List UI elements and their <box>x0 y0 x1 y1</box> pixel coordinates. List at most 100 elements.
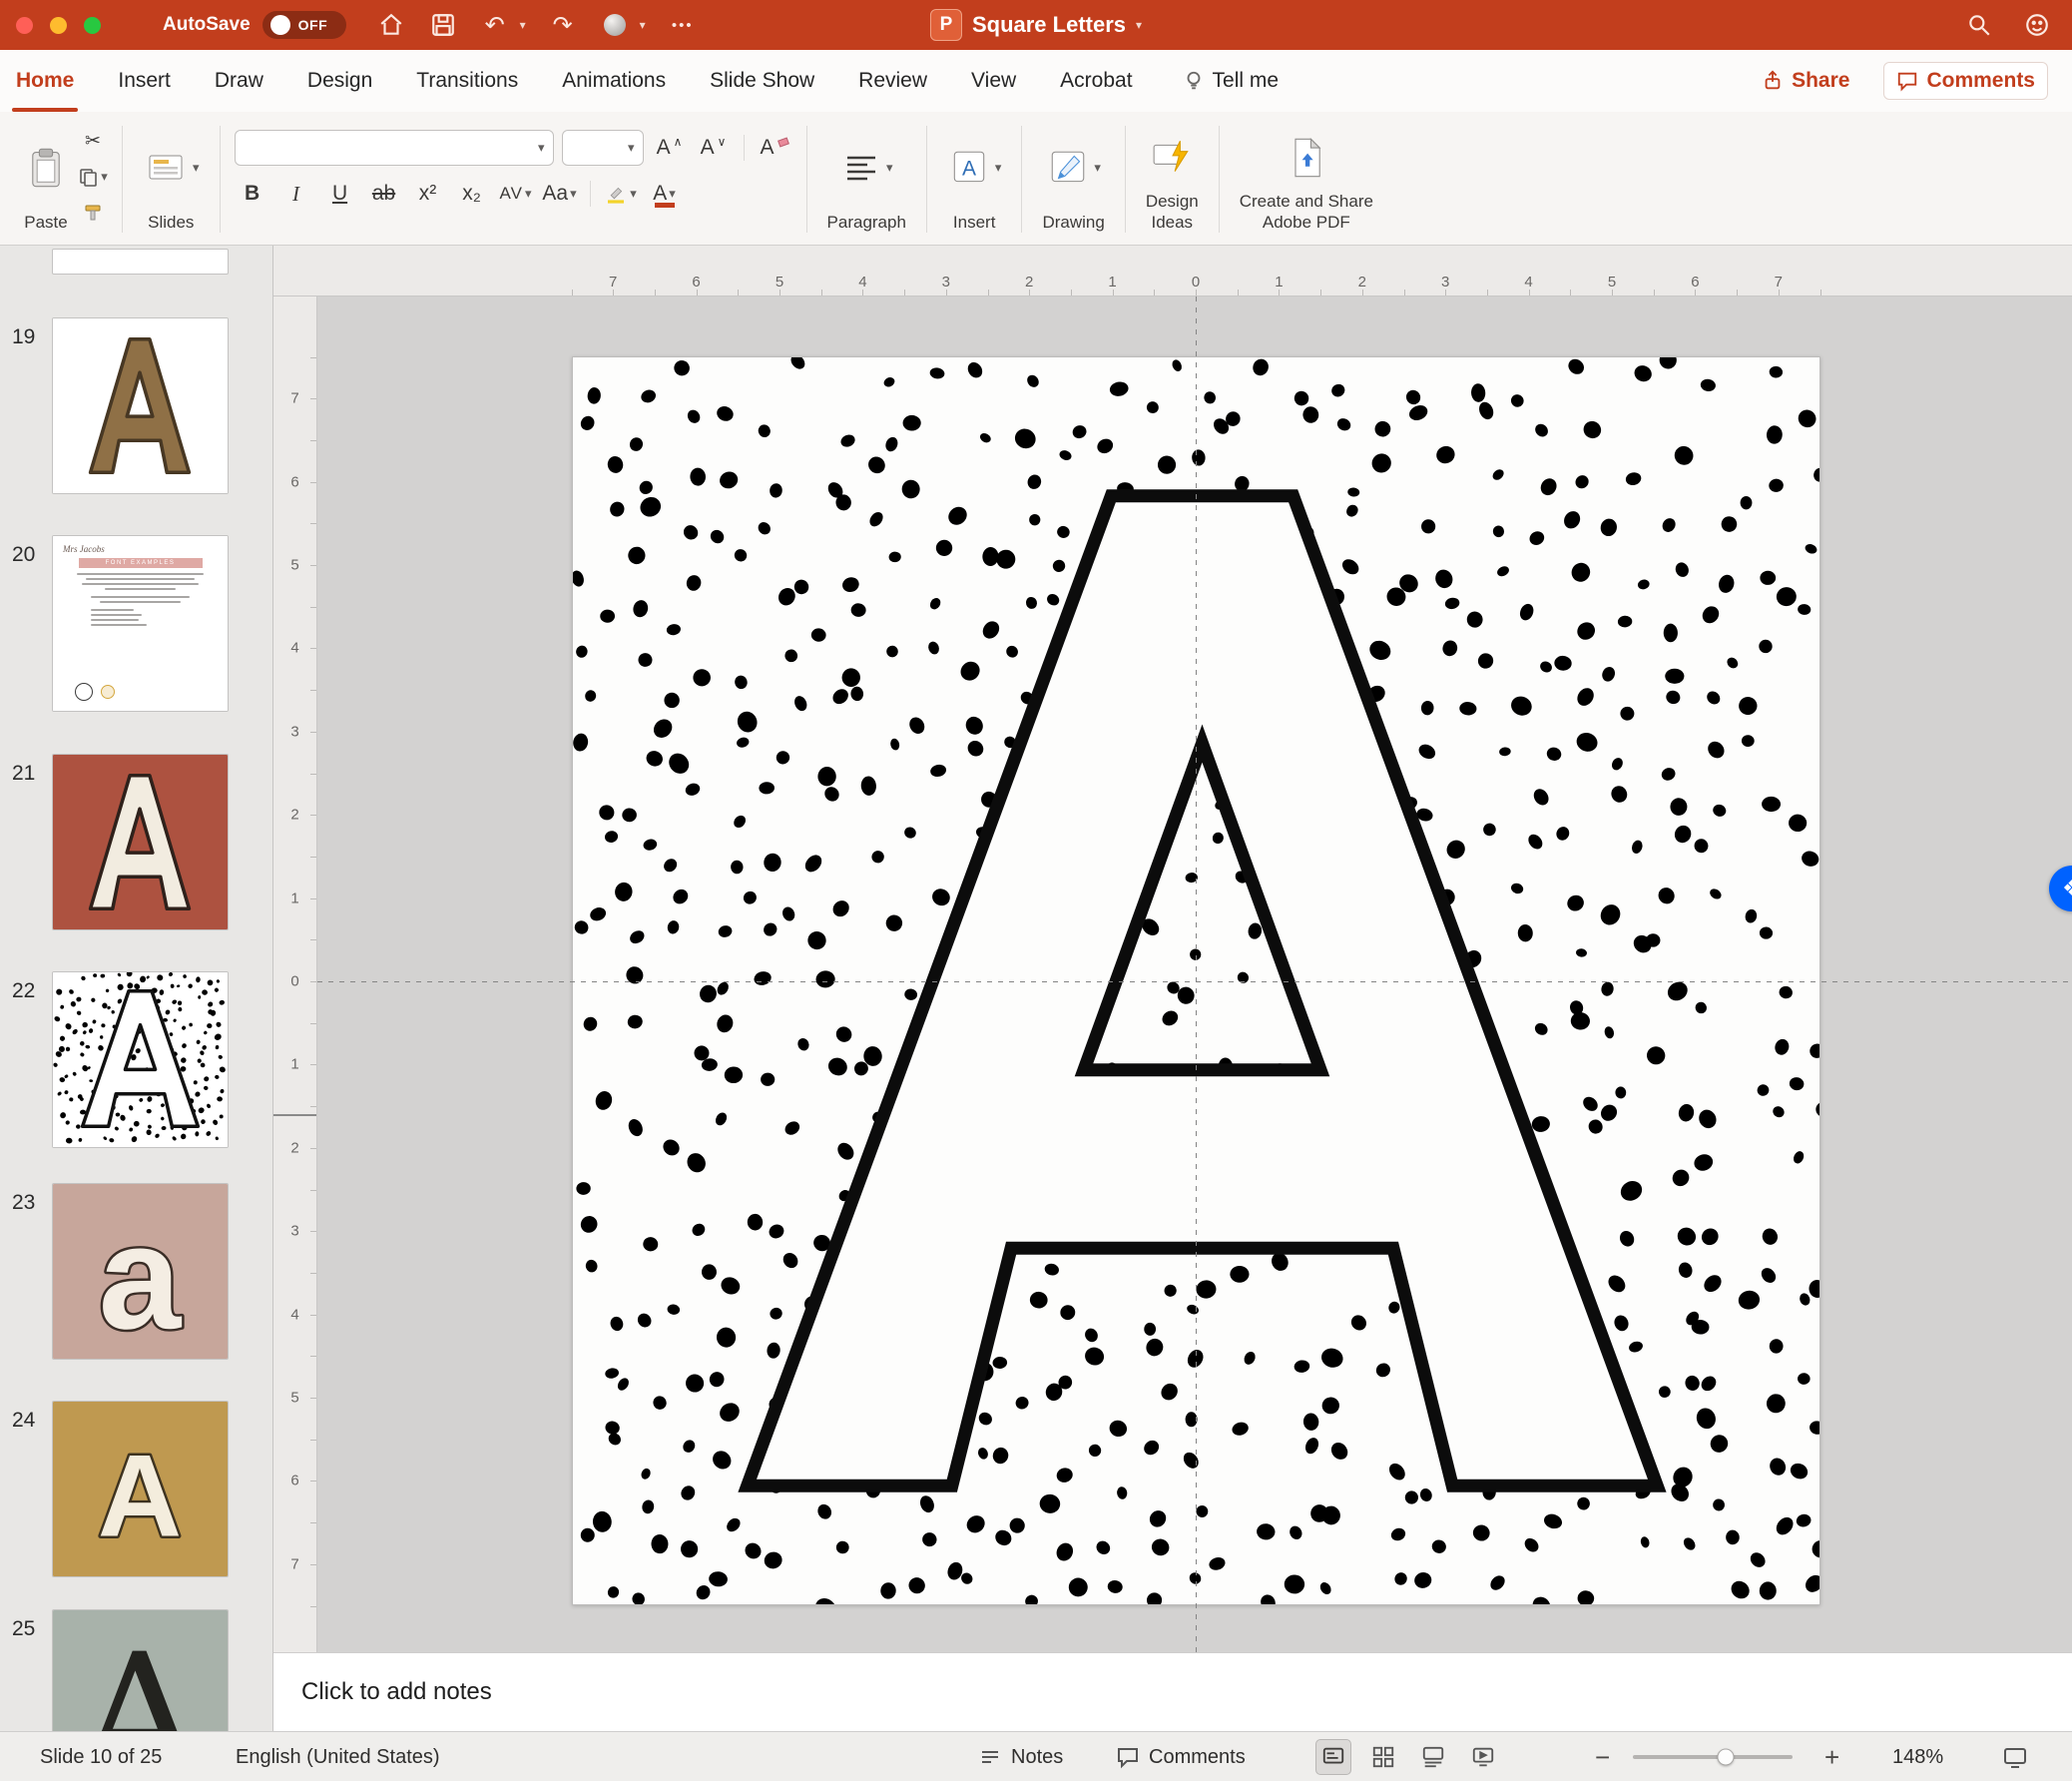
clear-formatting-button[interactable]: A <box>757 130 792 166</box>
document-title[interactable]: Square Letters <box>972 12 1126 38</box>
zoom-in-button[interactable]: + <box>1824 1732 1839 1781</box>
horizontal-guide[interactable] <box>317 981 2072 982</box>
undo-icon[interactable]: ↶ <box>480 10 510 40</box>
change-case-button[interactable]: Aa ▾ <box>542 176 578 212</box>
zoom-out-button[interactable]: − <box>1595 1732 1610 1781</box>
tab-transitions[interactable]: Transitions <box>416 50 518 112</box>
search-icon[interactable] <box>1964 10 1994 40</box>
font-name-combo[interactable]: ▾ <box>234 130 554 166</box>
minimize-window-button[interactable] <box>50 16 67 34</box>
zoom-window-button[interactable] <box>84 16 101 34</box>
slide-thumbnail[interactable] <box>52 249 229 275</box>
title-chevron-icon[interactable]: ▾ <box>1136 18 1142 32</box>
slide-thumbnail-25[interactable]: A <box>52 1609 229 1731</box>
slides-chevron-icon[interactable]: ▾ <box>193 160 200 176</box>
tab-view[interactable]: View <box>971 50 1016 112</box>
slide-counter[interactable]: Slide 10 of 25 <box>40 1732 162 1781</box>
ruler-number: 7 <box>1774 274 1783 291</box>
tell-me-control[interactable]: Tell me <box>1183 69 1279 93</box>
horizontal-ruler[interactable]: 7 6 5 4 3 2 1 0 1 2 3 4 5 6 7 <box>273 246 2072 297</box>
comments-button[interactable]: Comments <box>1883 62 2048 100</box>
character-spacing-button[interactable]: AV ▾ <box>498 176 534 212</box>
slide-thumbnail-24[interactable]: A <box>52 1401 229 1577</box>
zoom-percentage[interactable]: 148% <box>1892 1732 1943 1781</box>
grow-font-button[interactable]: A ∧ <box>652 130 688 166</box>
ruler-tick <box>571 290 573 296</box>
format-painter-button[interactable] <box>78 200 108 226</box>
notes-pane[interactable]: Click to add notes <box>273 1652 2072 1731</box>
tab-home[interactable]: Home <box>11 50 79 112</box>
comments-toggle[interactable]: Comments <box>1116 1732 1246 1781</box>
drawing-button[interactable]: ▾ Drawing <box>1032 118 1114 241</box>
ruler-tick <box>310 1314 316 1316</box>
ruler-tick <box>1486 290 1488 296</box>
ruler-number: 0 <box>1191 274 1201 291</box>
sphere-chevron-icon[interactable]: ▾ <box>640 18 646 32</box>
font-color-button[interactable]: A ▾ <box>647 176 683 212</box>
feedback-smiley-icon[interactable] <box>2022 10 2052 40</box>
bold-button[interactable]: B <box>235 176 270 212</box>
vertical-ruler[interactable]: 7 6 5 4 3 2 1 0 1 2 3 4 5 6 7 <box>273 297 317 1652</box>
format-sphere-icon[interactable] <box>600 10 630 40</box>
slide-thumbnail-21[interactable] <box>52 754 229 930</box>
slideshow-view-button[interactable] <box>1465 1739 1501 1775</box>
drawing-chevron-icon[interactable]: ▾ <box>1094 160 1101 176</box>
ruler-number: 5 <box>1607 274 1617 291</box>
slide-thumbnail-22[interactable] <box>52 971 229 1148</box>
home-icon[interactable] <box>376 10 406 40</box>
fit-slide-button[interactable] <box>2002 1732 2028 1781</box>
design-ideas-icon <box>1153 141 1189 173</box>
copy-button[interactable]: ▾ <box>78 164 108 190</box>
zoom-knob[interactable] <box>1717 1748 1735 1766</box>
redo-icon[interactable]: ↷ <box>548 10 578 40</box>
zoom-track[interactable] <box>1633 1748 1793 1766</box>
zoom-slider[interactable] <box>1633 1732 1793 1781</box>
dropbox-badge[interactable]: ❖ <box>2049 866 2072 911</box>
paragraph-chevron-icon[interactable]: ▾ <box>886 160 893 176</box>
insert-textbox-button[interactable]: A ▾ Insert <box>937 118 1012 241</box>
underline-button[interactable]: U <box>322 176 358 212</box>
notes-toggle[interactable]: Notes <box>978 1732 1063 1781</box>
slide-thumbnail-19[interactable] <box>52 317 229 494</box>
paragraph-button[interactable]: ▾ Paragraph <box>817 118 916 241</box>
cut-button[interactable]: ✂ <box>78 128 108 154</box>
autosave-state: OFF <box>297 17 328 33</box>
paste-button[interactable]: Paste <box>14 118 78 241</box>
font-size-combo[interactable]: ▾ <box>561 130 644 166</box>
adobe-pdf-button[interactable]: Create and Share Adobe PDF <box>1230 118 1383 241</box>
normal-view-button[interactable] <box>1315 1739 1351 1775</box>
shrink-font-button[interactable]: A ∨ <box>696 130 732 166</box>
language-indicator[interactable]: English (United States) <box>236 1732 440 1781</box>
design-ideas-button[interactable]: Design Ideas <box>1136 118 1209 241</box>
strikethrough-button[interactable]: ab <box>366 176 402 212</box>
save-icon[interactable] <box>428 10 458 40</box>
slide-thumbnail-20[interactable]: Mrs Jacobs FONT EXAMPLES <box>52 535 229 712</box>
insert-chevron-icon[interactable]: ▾ <box>995 160 1002 176</box>
slide-canvas-area[interactable]: ❖ <box>317 297 2072 1652</box>
subscript-button[interactable]: x₂ <box>454 176 490 212</box>
tab-acrobat[interactable]: Acrobat <box>1060 50 1132 112</box>
highlight-color-button[interactable]: ▾ <box>603 176 639 212</box>
reading-view-button[interactable] <box>1415 1739 1451 1775</box>
superscript-button[interactable]: x² <box>410 176 446 212</box>
tab-draw[interactable]: Draw <box>215 50 263 112</box>
undo-chevron-icon[interactable]: ▾ <box>520 18 526 32</box>
more-commands-icon[interactable]: ••• <box>668 10 698 40</box>
autosave-toggle[interactable]: OFF <box>261 11 346 39</box>
close-window-button[interactable] <box>16 16 33 34</box>
new-slide-button[interactable]: ▾ Slides <box>133 118 210 241</box>
tab-insert[interactable]: Insert <box>118 50 171 112</box>
share-button[interactable]: Share <box>1762 69 1849 93</box>
slide-thumbnail-23[interactable]: a <box>52 1183 229 1360</box>
slide-sorter-view-button[interactable] <box>1365 1739 1401 1775</box>
tab-slide-show[interactable]: Slide Show <box>710 50 814 112</box>
letter-a-shape[interactable] <box>748 496 1658 1485</box>
ruler-number: 5 <box>290 556 299 574</box>
tab-design[interactable]: Design <box>307 50 372 112</box>
tab-animations[interactable]: Animations <box>562 50 666 112</box>
tab-review[interactable]: Review <box>858 50 927 112</box>
ruler-number: 6 <box>290 1472 299 1489</box>
italic-button[interactable]: I <box>278 176 314 212</box>
comment-icon <box>1898 72 1917 92</box>
vertical-guide[interactable] <box>1196 297 1197 1652</box>
